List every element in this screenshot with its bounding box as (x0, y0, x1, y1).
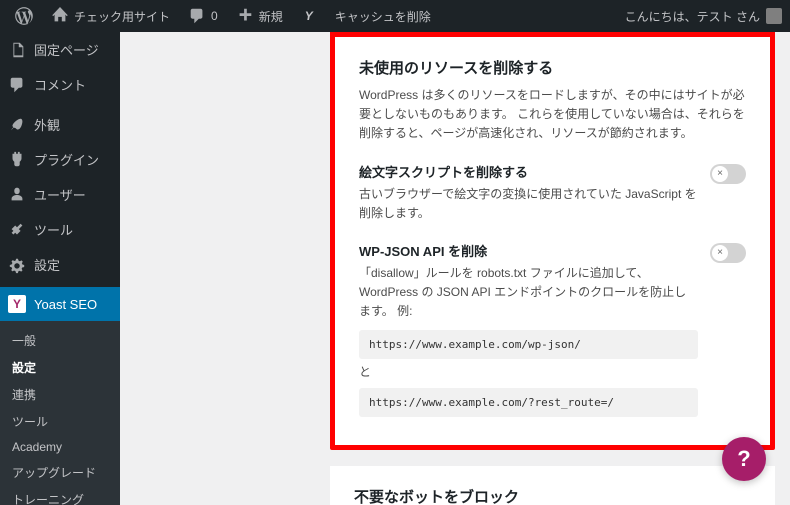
sub-integrations[interactable]: 連携 (0, 381, 120, 408)
menu-label: Yoast SEO (34, 297, 97, 312)
sub-general[interactable]: 一般 (0, 327, 120, 354)
section-title: 未使用のリソースを削除する (359, 57, 746, 78)
menu-users[interactable]: ユーザー (0, 177, 120, 212)
menu-label: コメント (34, 75, 86, 94)
menu-tools[interactable]: ツール (0, 212, 120, 247)
and-text: と (359, 363, 698, 380)
field-emoji-scripts: 絵文字スクリプトを削除する 古いブラウザーで絵文字の変換に使用されていた Jav… (359, 162, 746, 223)
wordpress-icon (15, 7, 33, 25)
admin-sidebar: 固定ページ コメント 外観 プラグイン ユーザー ツール 設定 Y Yoast … (0, 32, 120, 505)
site-link[interactable]: チェック用サイト (44, 0, 177, 32)
menu-label: ユーザー (34, 185, 86, 204)
admin-bar: チェック用サイト 0 新規 Y キャッシュを削除 こんにちは、テスト さん (0, 0, 790, 32)
yoast-y-icon: Y (301, 8, 317, 24)
new-label: 新規 (259, 8, 283, 25)
tools-icon (8, 221, 26, 239)
pages-icon (8, 41, 26, 59)
greeting[interactable]: こんにちは、テスト さん (625, 8, 760, 25)
block-bots-section: 不要なボットをブロック 多くの Web トラフィックは、Web を巡回するボット… (330, 466, 775, 505)
cache-clear[interactable]: キャッシュを削除 (328, 0, 438, 32)
sub-tools[interactable]: ツール (0, 408, 120, 435)
toggle-emoji-scripts[interactable]: × (710, 164, 746, 184)
plus-icon (236, 7, 254, 25)
menu-label: 固定ページ (34, 40, 99, 59)
comments-count: 0 (211, 9, 218, 23)
toggle-knob: × (712, 245, 728, 261)
question-icon: ? (737, 446, 750, 472)
yoast-submenu: 一般 設定 連携 ツール Academy アップグレード トレーニングプレミアム… (0, 321, 120, 505)
toggle-wpjson[interactable]: × (710, 243, 746, 263)
home-icon (51, 7, 69, 25)
cache-label: キャッシュを削除 (335, 8, 431, 25)
field-help: 「disallow」ルールを robots.txt ファイルに追加して、Word… (359, 264, 698, 322)
yoast-adminbar[interactable]: Y (294, 0, 324, 32)
section-title: 不要なボットをブロック (354, 486, 751, 505)
avatar[interactable] (766, 8, 782, 24)
wp-logo[interactable] (8, 0, 40, 32)
menu-label: プラグイン (34, 150, 99, 169)
toggle-knob: × (712, 166, 728, 182)
menu-label: 設定 (34, 255, 60, 274)
section-desc: WordPress は多くのリソースをロードしますが、その中にはサイトが必要とし… (359, 86, 746, 144)
users-icon (8, 186, 26, 204)
comments-link[interactable]: 0 (181, 0, 225, 32)
code-example-2: https://www.example.com/?rest_route=/ (359, 388, 698, 417)
plugin-icon (8, 151, 26, 169)
help-button[interactable]: ? (722, 437, 766, 481)
field-help: 古いブラウザーで絵文字の変換に使用されていた JavaScript を削除します… (359, 185, 698, 223)
field-label: 絵文字スクリプトを削除する (359, 162, 698, 181)
remove-unused-resources-section: 未使用のリソースを削除する WordPress は多くのリソースをロードしますが… (330, 32, 775, 450)
menu-settings[interactable]: 設定 (0, 247, 120, 282)
new-link[interactable]: 新規 (229, 0, 290, 32)
field-label: WP-JSON API を削除 (359, 241, 698, 260)
yoast-logo-icon: Y (8, 295, 26, 313)
menu-label: 外観 (34, 115, 60, 134)
settings-icon (8, 256, 26, 274)
menu-pages[interactable]: 固定ページ (0, 32, 120, 67)
menu-plugins[interactable]: プラグイン (0, 142, 120, 177)
menu-comments[interactable]: コメント (0, 67, 120, 102)
site-title: チェック用サイト (74, 8, 170, 25)
menu-label: ツール (34, 220, 73, 239)
field-wpjson: WP-JSON API を削除 「disallow」ルールを robots.tx… (359, 241, 746, 421)
sub-settings[interactable]: 設定 (0, 354, 120, 381)
menu-appearance[interactable]: 外観 (0, 107, 120, 142)
code-example-1: https://www.example.com/wp-json/ (359, 330, 698, 359)
sub-academy[interactable]: Academy (0, 435, 120, 459)
brush-icon (8, 116, 26, 134)
comment-icon (188, 7, 206, 25)
menu-yoast-seo[interactable]: Y Yoast SEO (0, 287, 120, 321)
sub-training[interactable]: トレーニングプレミアム (0, 486, 120, 505)
comments-icon (8, 76, 26, 94)
sub-upgrade[interactable]: アップグレード (0, 459, 120, 486)
content-area: 未使用のリソースを削除する WordPress は多くのリソースをロードしますが… (120, 32, 790, 505)
